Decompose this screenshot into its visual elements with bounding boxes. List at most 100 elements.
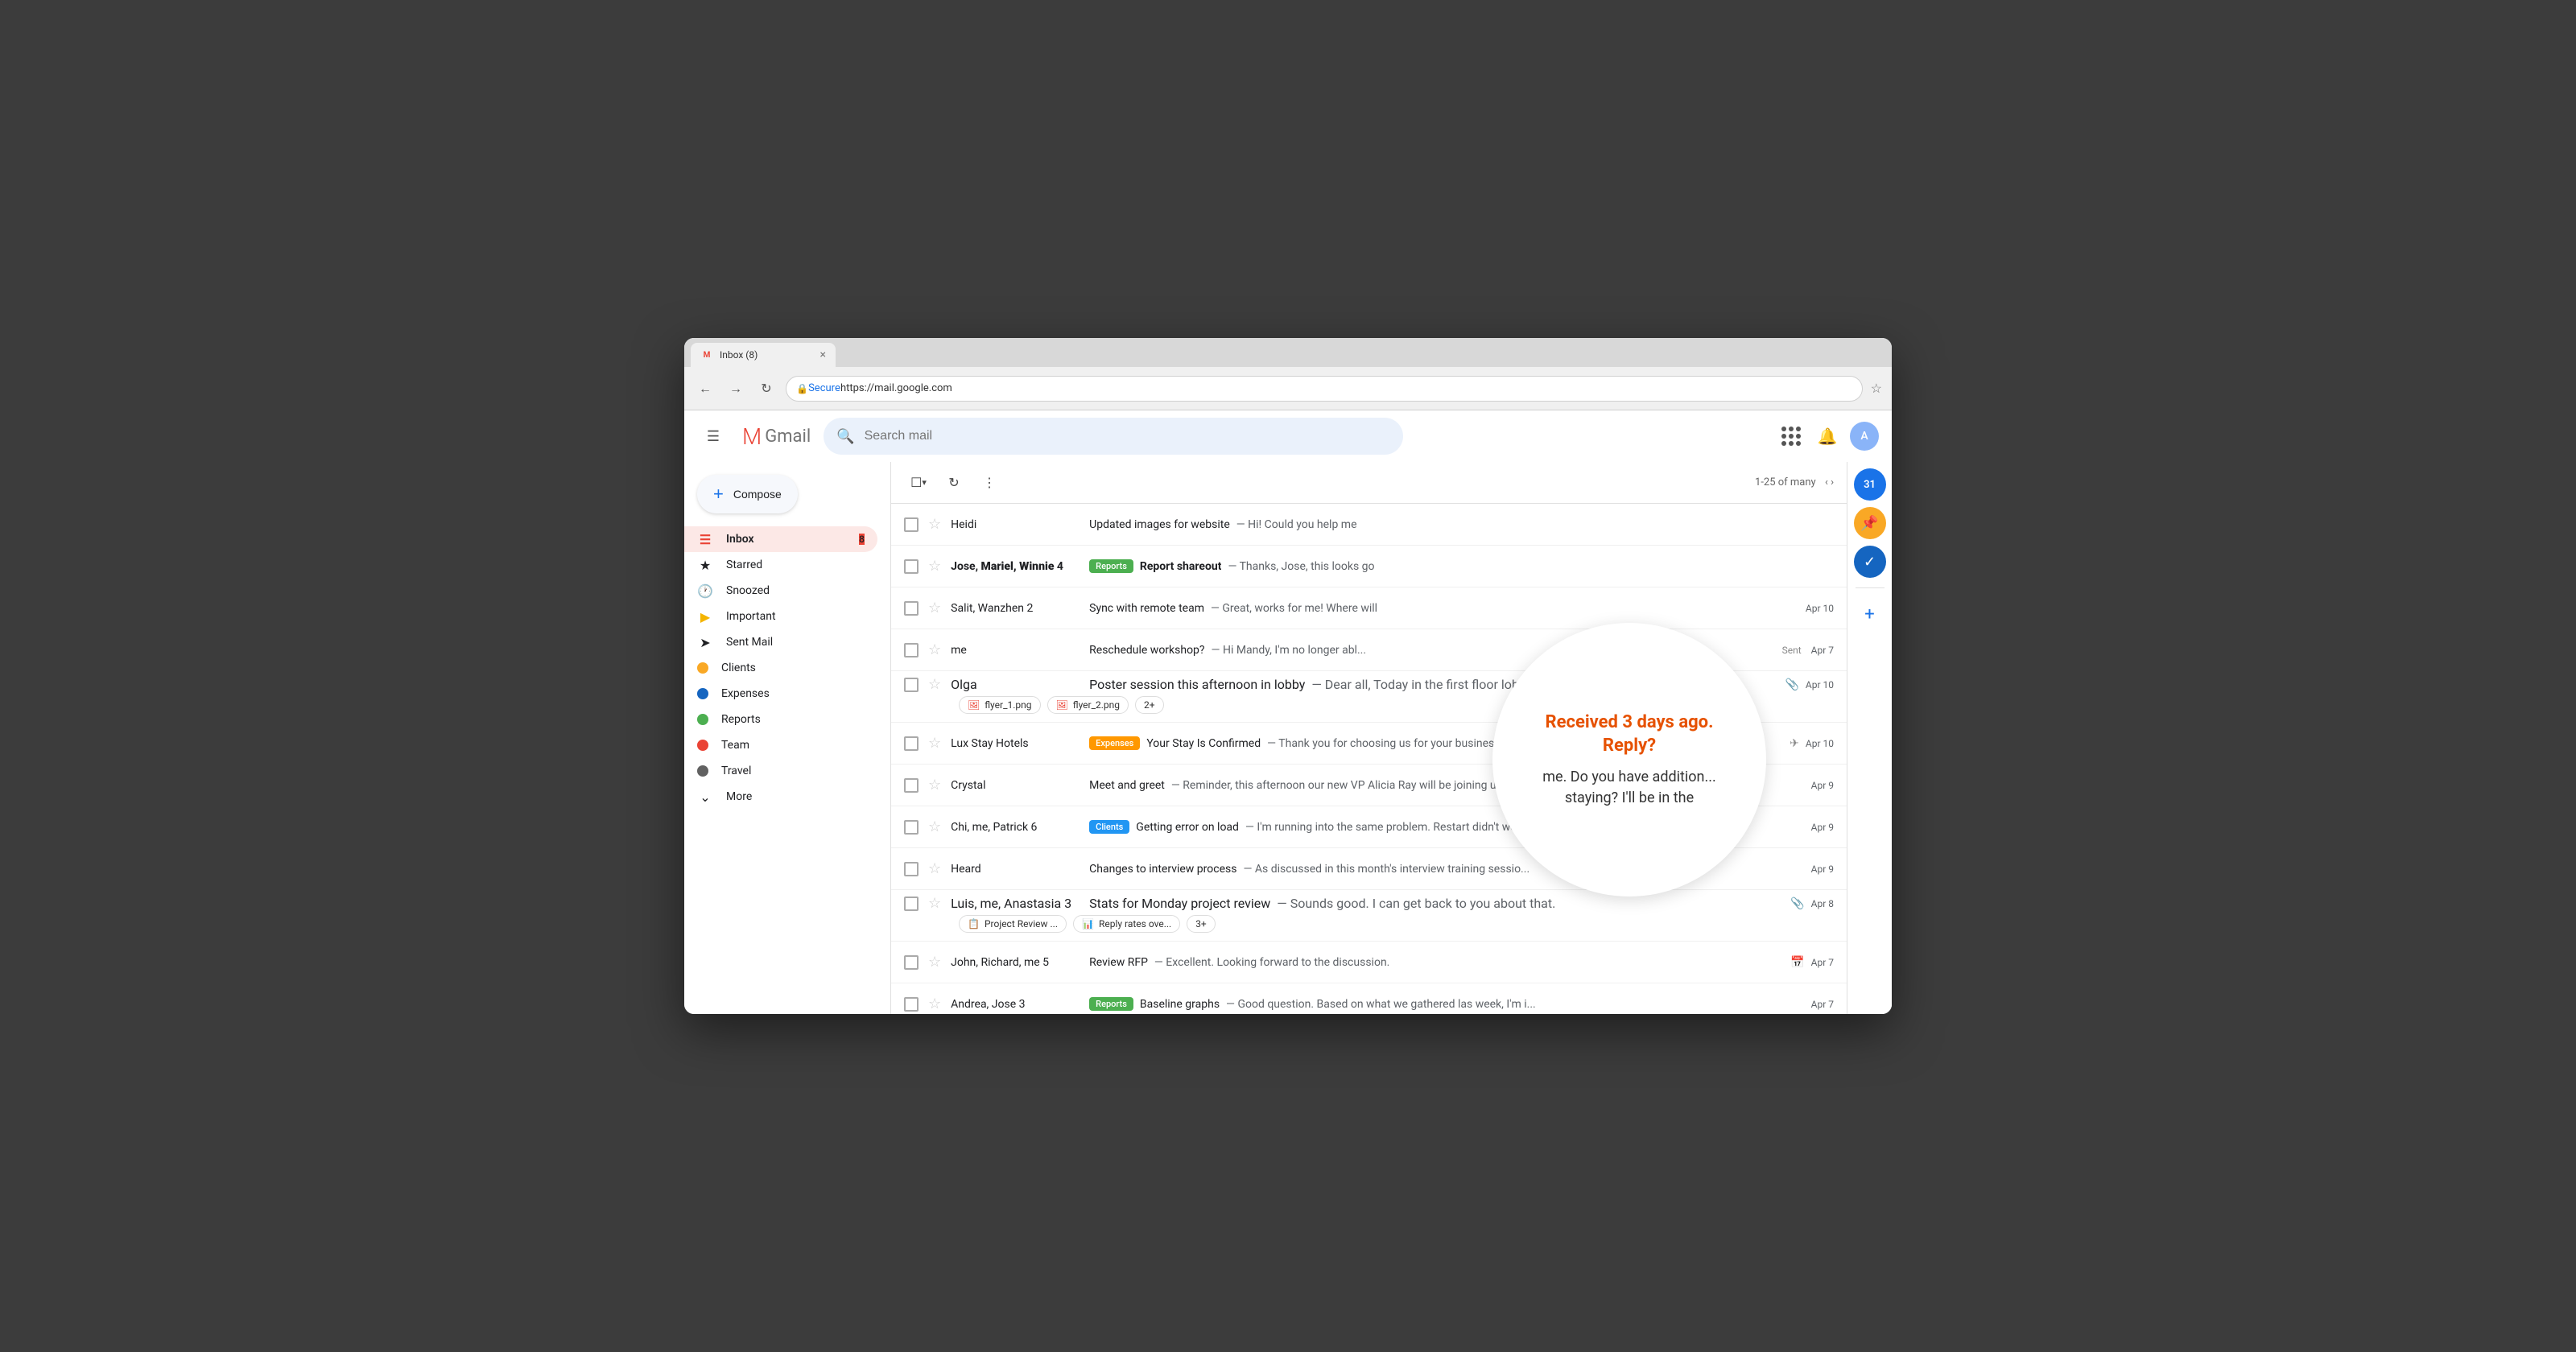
select-all-checkbox[interactable]: ☐ ▾ bbox=[904, 468, 933, 497]
sidebar-item-inbox[interactable]: ☰ Inbox 8 bbox=[684, 526, 877, 552]
search-bar[interactable]: 🔍 bbox=[824, 418, 1403, 455]
email-row[interactable]: ☆ John, Richard, me 5 Review RFP — Excel… bbox=[891, 942, 1847, 983]
keep-panel-icon[interactable]: 📌 bbox=[1854, 507, 1886, 539]
star-icon[interactable]: ☆ bbox=[928, 558, 941, 575]
email-checkbox[interactable] bbox=[904, 778, 919, 793]
notification-button[interactable]: 🔔 bbox=[1811, 420, 1843, 452]
tab-title: Inbox (8) bbox=[720, 349, 814, 361]
email-sender: Luis, me, Anastasia 3 bbox=[951, 896, 1080, 911]
email-checkbox[interactable] bbox=[904, 862, 919, 876]
search-input[interactable] bbox=[865, 429, 1391, 443]
sidebar-item-travel[interactable]: Travel bbox=[684, 758, 877, 784]
reports-label: Reports bbox=[721, 713, 865, 726]
next-page-button[interactable]: › bbox=[1831, 476, 1834, 488]
apps-button[interactable] bbox=[1773, 420, 1805, 452]
email-content: Stats for Monday project review — Sounds… bbox=[1089, 896, 1781, 911]
email-checkbox[interactable] bbox=[904, 517, 919, 532]
email-subject: Poster session this afternoon in lobby bbox=[1089, 677, 1305, 692]
sidebar-item-more[interactable]: ⌄ More bbox=[684, 784, 877, 810]
back-button[interactable]: ← bbox=[694, 377, 716, 400]
star-icon[interactable]: ☆ bbox=[928, 676, 941, 693]
tasks-panel-icon[interactable]: ✓ bbox=[1854, 546, 1886, 578]
star-icon[interactable]: ☆ bbox=[928, 516, 941, 533]
sidebar-item-team[interactable]: Team bbox=[684, 732, 877, 758]
sidebar: + Compose ☰ Inbox 8 ★ Starred 🕐 Snoozed bbox=[684, 462, 890, 1014]
attachment-chip[interactable]: 🖼 flyer_1.png bbox=[959, 696, 1041, 714]
email-row[interactable]: ☆ Andrea, Jose 3 Reports Baseline graphs… bbox=[891, 983, 1847, 1014]
email-checkbox[interactable] bbox=[904, 820, 919, 835]
email-meta: Apr 10 bbox=[1806, 603, 1834, 614]
email-snippet: — Dear all, Today in the first floor lob… bbox=[1311, 677, 1587, 692]
email-row[interactable]: ☆ Heidi Updated images for website — Hi!… bbox=[891, 504, 1847, 546]
star-icon[interactable]: ☆ bbox=[928, 995, 941, 1012]
refresh-button[interactable]: ↻ bbox=[755, 377, 778, 400]
tab-favicon: M bbox=[700, 348, 713, 361]
compose-button[interactable]: + Compose bbox=[697, 475, 798, 513]
star-icon[interactable]: ☆ bbox=[928, 641, 941, 658]
star-icon[interactable]: ☆ bbox=[928, 818, 941, 835]
important-label: Important bbox=[726, 610, 865, 623]
address-bar[interactable]: 🔒 Secure https://mail.google.com bbox=[786, 376, 1863, 402]
email-row[interactable]: ☆ Lux Stay Hotels Expenses Your Stay Is … bbox=[891, 723, 1847, 765]
email-checkbox[interactable] bbox=[904, 678, 919, 692]
email-content: Reports Baseline graphs — Good question.… bbox=[1089, 997, 1802, 1011]
star-icon[interactable]: ☆ bbox=[928, 895, 941, 912]
email-meta: ✈ Apr 10 bbox=[1790, 737, 1834, 750]
email-checkbox[interactable] bbox=[904, 601, 919, 616]
sidebar-item-clients[interactable]: Clients bbox=[684, 655, 877, 681]
email-subject: Changes to interview process bbox=[1089, 863, 1236, 876]
prev-page-button[interactable]: ‹ bbox=[1825, 476, 1828, 488]
email-checkbox[interactable] bbox=[904, 897, 919, 911]
star-icon[interactable]: ☆ bbox=[928, 600, 941, 616]
star-icon[interactable]: ☆ bbox=[928, 735, 941, 752]
team-dot bbox=[697, 740, 708, 751]
email-list-container: ☐ ▾ ↻ ⋮ 1-25 of many ‹ › bbox=[890, 462, 1847, 1014]
calendar-panel-icon[interactable]: 31 bbox=[1854, 468, 1886, 501]
email-checkbox[interactable] bbox=[904, 997, 919, 1012]
attachment-chip[interactable]: 📋 Project Review ... bbox=[959, 915, 1067, 933]
email-row[interactable]: ☆ me Reschedule workshop? — Hi Mandy, I'… bbox=[891, 629, 1847, 671]
refresh-button[interactable]: ↻ bbox=[939, 468, 968, 497]
email-snippet: — Thanks, Jose, this looks go bbox=[1228, 560, 1374, 573]
email-row[interactable]: ☆ Salit, Wanzhen 2 Sync with remote team… bbox=[891, 587, 1847, 629]
inbox-icon: ☰ bbox=[697, 532, 713, 547]
attachment-chip[interactable]: 🖼 flyer_2.png bbox=[1047, 696, 1129, 714]
email-row[interactable]: ☆ Olga Poster session this afternoon in … bbox=[891, 671, 1847, 723]
sidebar-item-important[interactable]: ▶ Important bbox=[684, 604, 877, 629]
forward-button[interactable]: → bbox=[724, 377, 747, 400]
add-panel-icon[interactable]: + bbox=[1854, 598, 1886, 630]
email-row[interactable]: ☆ Jose, Mariel, Winnie 4 Reports Report … bbox=[891, 546, 1847, 587]
sidebar-item-starred[interactable]: ★ Starred bbox=[684, 552, 877, 578]
email-subject: Updated images for website bbox=[1089, 518, 1230, 531]
user-avatar[interactable]: A bbox=[1850, 422, 1879, 451]
email-row[interactable]: ☆ Crystal Meet and greet — Reminder, thi… bbox=[891, 765, 1847, 806]
expenses-label-chip: Expenses bbox=[1089, 736, 1140, 750]
attachment-chip[interactable]: 📊 Reply rates ove... bbox=[1073, 915, 1180, 933]
more-options-button[interactable]: ⋮ bbox=[975, 468, 1004, 497]
email-row[interactable]: ☆ Chi, me, Patrick 6 Clients Getting err… bbox=[891, 806, 1847, 848]
star-icon[interactable]: ☆ bbox=[928, 954, 941, 971]
star-icon[interactable]: ☆ bbox=[928, 777, 941, 793]
plane-icon: ✈ bbox=[1790, 737, 1799, 750]
attachment-more[interactable]: 3+ bbox=[1187, 915, 1216, 933]
email-checkbox[interactable] bbox=[904, 643, 919, 657]
sidebar-item-reports[interactable]: Reports bbox=[684, 707, 877, 732]
email-checkbox[interactable] bbox=[904, 559, 919, 574]
sidebar-item-snoozed[interactable]: 🕐 Snoozed bbox=[684, 578, 877, 604]
menu-button[interactable]: ☰ bbox=[697, 420, 729, 452]
attachment-more[interactable]: 2+ bbox=[1135, 696, 1164, 714]
starred-icon: ★ bbox=[697, 558, 713, 573]
browser-tab[interactable]: M Inbox (8) × bbox=[691, 343, 836, 367]
sidebar-item-expenses[interactable]: Expenses bbox=[684, 681, 877, 707]
email-checkbox[interactable] bbox=[904, 736, 919, 751]
email-checkbox[interactable] bbox=[904, 955, 919, 970]
tab-close-button[interactable]: × bbox=[820, 348, 826, 361]
email-row[interactable]: ☆ Heard Changes to interview process — A… bbox=[891, 848, 1847, 890]
email-date: Apr 9 bbox=[1811, 780, 1834, 791]
email-date: Apr 7 bbox=[1811, 645, 1834, 656]
star-icon[interactable]: ☆ bbox=[928, 860, 941, 877]
bookmark-star[interactable]: ☆ bbox=[1871, 381, 1882, 396]
inbox-label: Inbox bbox=[726, 533, 846, 546]
email-row[interactable]: ☆ Luis, me, Anastasia 3 Stats for Monday… bbox=[891, 890, 1847, 942]
sidebar-item-sent[interactable]: ➤ Sent Mail bbox=[684, 629, 877, 655]
